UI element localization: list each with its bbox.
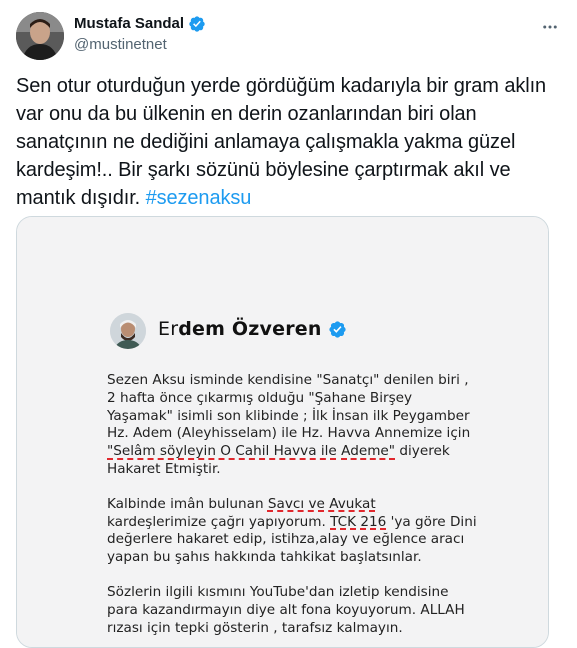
tweet-media[interactable]: Erdem Özveren Sezen Aksu isminde kendisi… xyxy=(16,216,549,648)
screenshot-name-row: Erdem Özveren xyxy=(158,318,347,340)
author-names: Mustafa Sandal @mustinetnet xyxy=(74,14,206,55)
embedded-post-screenshot: Erdem Özveren Sezen Aksu isminde kendisi… xyxy=(17,217,548,647)
screenshot-name: Erdem Özveren xyxy=(158,318,322,340)
hashtag-link[interactable]: #sezenaksu xyxy=(146,187,252,209)
tweet-header: Mustafa Sandal @mustinetnet xyxy=(16,12,561,60)
tweet-text: Sen otur oturduğun yerde gördüğüm kadarı… xyxy=(16,72,556,212)
handle[interactable]: @mustinetnet xyxy=(74,35,206,55)
screenshot-body: Sezen Aksu isminde kendisine "Sanatçı" d… xyxy=(107,372,477,647)
screenshot-paragraph-2: Kalbinde imân bulunan Savcı ve Avukat ka… xyxy=(107,495,477,566)
screenshot-paragraph-1: Sezen Aksu isminde kendisine "Sanatçı" d… xyxy=(107,372,471,477)
user-avatar-icon xyxy=(16,12,64,60)
avatar[interactable] xyxy=(16,12,64,60)
screenshot-paragraph-3: Sözlerin ilgili kısmını YouTube'dan izle… xyxy=(107,583,465,636)
screenshot-avatar xyxy=(110,313,146,349)
tweet-body: Sen otur oturduğun yerde gördüğüm kadarı… xyxy=(16,75,547,209)
screenshot-verified-icon xyxy=(328,320,346,338)
verified-badge-icon xyxy=(189,16,205,32)
display-name[interactable]: Mustafa Sandal xyxy=(74,14,184,34)
more-options-icon[interactable] xyxy=(539,16,561,38)
